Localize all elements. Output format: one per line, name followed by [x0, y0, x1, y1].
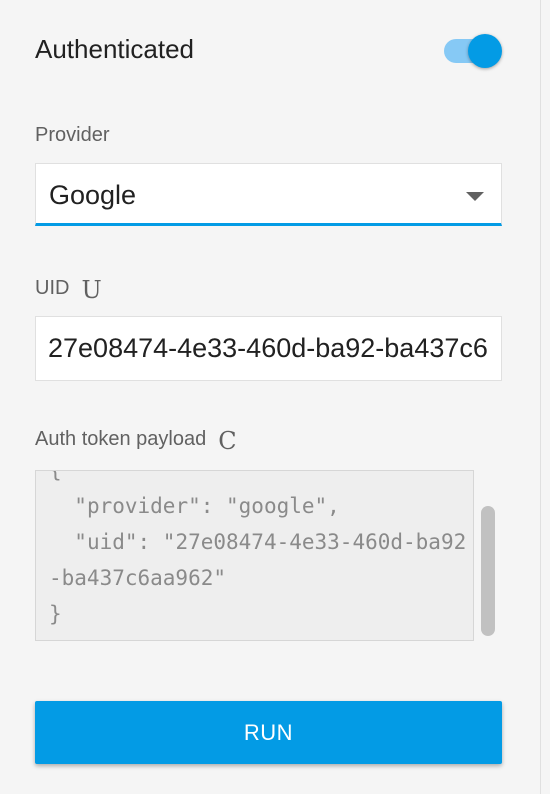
panel-divider [540, 0, 541, 794]
auth-token-label: Auth token payload C [35, 427, 237, 455]
provider-selected-value: Google [49, 180, 137, 210]
auth-token-payload: { "provider": "google", "uid": "27e08474… [49, 470, 467, 626]
dropdown-arrow-icon [466, 192, 484, 201]
authenticated-toggle[interactable] [440, 32, 502, 68]
provider-label-text: Provider [35, 124, 110, 146]
provider-label: Provider [35, 124, 109, 147]
uid-label-text: UID [35, 277, 70, 299]
uid-input[interactable] [35, 316, 502, 381]
authenticated-label: Authenticated [35, 34, 195, 64]
authenticated-row: Authenticated [35, 30, 503, 70]
auth-token-label-text: Auth token payload [35, 428, 207, 450]
toggle-thumb[interactable] [468, 34, 502, 68]
run-button[interactable]: RUN [35, 701, 502, 764]
uid-label: UID U [35, 276, 102, 304]
payload-scrollbar[interactable] [474, 470, 502, 641]
payload-scrollbar-thumb[interactable] [481, 506, 495, 636]
auth-token-payload-box[interactable]: { "provider": "google", "uid": "27e08474… [35, 470, 474, 641]
uid-generate-icon[interactable]: U [81, 276, 101, 304]
copy-icon[interactable]: C [218, 427, 236, 455]
provider-select[interactable]: Google [35, 163, 502, 226]
